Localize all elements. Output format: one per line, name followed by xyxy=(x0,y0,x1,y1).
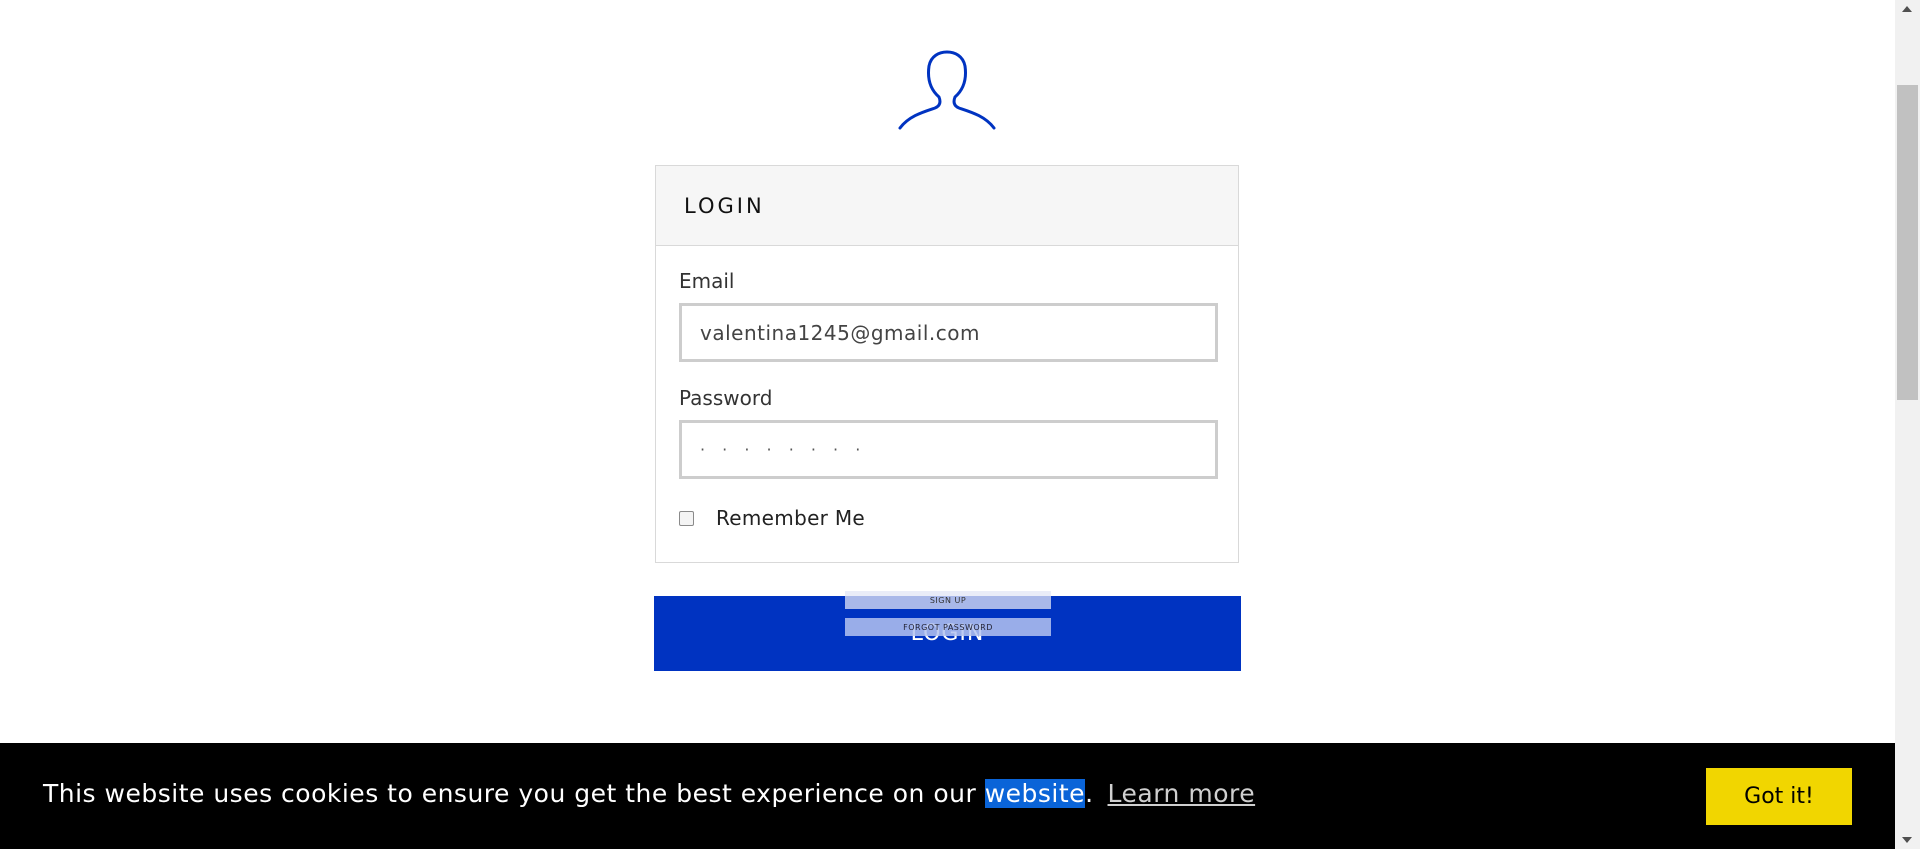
cookie-message: This website uses cookies to ensure you … xyxy=(43,779,1255,808)
email-value: valentina1245@gmail.com xyxy=(700,320,980,345)
password-value: · · · · · · · · xyxy=(700,440,867,459)
email-label: Email xyxy=(679,269,735,293)
cookie-banner: This website uses cookies to ensure you … xyxy=(0,743,1895,849)
accept-cookies-button[interactable]: Got it! xyxy=(1706,768,1852,825)
login-form-panel: LOGIN Email valentina1245@gmail.com Pass… xyxy=(655,165,1239,563)
password-field[interactable]: · · · · · · · · xyxy=(679,420,1218,479)
signup-link[interactable]: SIGN UP xyxy=(845,591,1051,609)
cookie-text-main: This website uses cookies to ensure you … xyxy=(43,779,985,808)
scroll-up-icon[interactable] xyxy=(1902,6,1912,12)
remember-me: Remember Me xyxy=(679,506,865,530)
email-field[interactable]: valentina1245@gmail.com xyxy=(679,303,1218,362)
remember-me-checkbox[interactable] xyxy=(679,510,694,526)
vertical-scrollbar[interactable] xyxy=(1895,0,1920,849)
cookie-text-highlight: website xyxy=(984,779,1086,808)
forgot-password-link[interactable]: FORGOT PASSWORD xyxy=(845,618,1051,636)
login-page: LOGIN Email valentina1245@gmail.com Pass… xyxy=(0,0,1920,849)
user-silhouette-icon xyxy=(898,50,996,130)
scroll-thumb[interactable] xyxy=(1897,85,1918,400)
cookie-text-end: . xyxy=(1085,779,1094,808)
remember-me-label: Remember Me xyxy=(716,506,866,530)
password-label: Password xyxy=(679,386,773,410)
panel-header: LOGIN xyxy=(656,166,1238,246)
scroll-down-icon[interactable] xyxy=(1902,837,1912,843)
learn-more-link[interactable]: Learn more xyxy=(1108,779,1256,808)
panel-title: LOGIN xyxy=(684,193,765,218)
